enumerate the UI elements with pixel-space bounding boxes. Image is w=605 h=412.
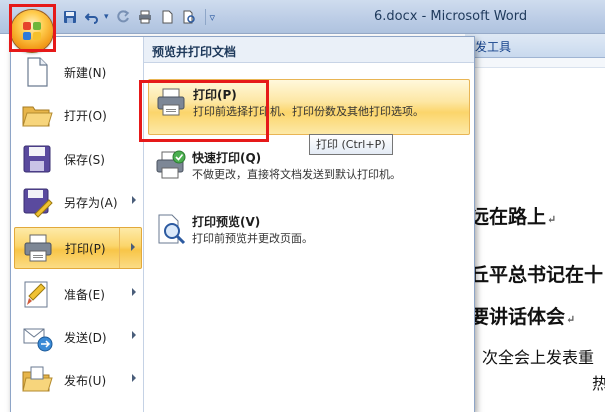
prepare-icon xyxy=(20,277,54,311)
quick-print-icon xyxy=(154,149,188,183)
menu-item-label: 发布(U) xyxy=(64,373,107,388)
menu-item-label: 发送(D) xyxy=(64,330,107,345)
print-icon[interactable] xyxy=(135,8,155,26)
ruler xyxy=(465,58,605,68)
highlight-box-print-option xyxy=(139,80,269,142)
submenu-arrow-icon xyxy=(131,243,135,251)
menu-item-save[interactable]: 保存(S) xyxy=(14,138,142,180)
customize-dropdown-icon[interactable]: ▿ xyxy=(210,11,216,24)
new-document-icon[interactable] xyxy=(157,8,177,26)
document-line: 次全会上发表重 xyxy=(482,348,595,367)
menu-item-label: 另存为(A) xyxy=(64,195,118,210)
submenu-arrow-icon xyxy=(132,331,136,339)
tab-developer-partial[interactable]: 发工具 xyxy=(475,38,511,55)
print-preview-icon[interactable] xyxy=(179,8,199,26)
printer-icon xyxy=(21,231,55,265)
new-document-icon xyxy=(20,55,54,89)
save-icon xyxy=(20,142,54,176)
submenu-header: 预览并打印文档 xyxy=(144,37,474,63)
menu-item-open[interactable]: 打开(O) xyxy=(14,94,142,136)
quick-access-toolbar: ▾ ▿ xyxy=(60,7,215,27)
submenu-item-print-preview[interactable]: 打印预览(V) 打印前预览并更改页面。 xyxy=(148,207,470,263)
menu-item-label: 打印(P) xyxy=(65,241,106,256)
submenu-header-title: 预览并打印文档 xyxy=(152,45,237,59)
menu-item-new[interactable]: 新建(N) xyxy=(14,51,142,93)
toolbar-divider xyxy=(204,9,206,25)
document-line: 热 xyxy=(592,374,605,393)
menu-item-prepare[interactable]: 准备(E) xyxy=(14,273,142,315)
publish-icon xyxy=(20,363,54,397)
menu-item-save-as[interactable]: 另存为(A) xyxy=(14,181,142,223)
document-line: 远在路上↵ xyxy=(470,206,557,228)
send-icon xyxy=(20,320,54,354)
menu-item-print[interactable]: 打印(P) xyxy=(14,227,142,269)
window-title: 6.docx - Microsoft Word xyxy=(374,9,528,24)
menu-item-label: 准备(E) xyxy=(64,287,105,302)
open-folder-icon xyxy=(20,98,54,132)
menu-item-label: 保存(S) xyxy=(64,152,105,167)
save-as-icon xyxy=(20,185,54,219)
tooltip: 打印 (Ctrl+P) xyxy=(309,134,393,155)
office-menu-commands: 新建(N) 打开(O) 保存(S) 另存为(A) 打印(P) 准备(E) 发送(… xyxy=(11,37,144,412)
menu-item-send[interactable]: 发送(D) xyxy=(14,316,142,358)
submenu-item-description: 打印前预览并更改页面。 xyxy=(192,232,313,245)
submenu-item-title: 快速打印(Q) xyxy=(192,151,262,165)
submenu-arrow-icon xyxy=(132,288,136,296)
menu-item-publish[interactable]: 发布(U) xyxy=(14,359,142,401)
title-bar: ▾ ▿ 6.docx - Microsoft Word xyxy=(0,0,605,34)
document-line: 丘平总书记在十 xyxy=(470,264,604,286)
highlight-box-office-button xyxy=(9,4,56,52)
submenu-arrow-icon xyxy=(132,196,136,204)
document-line: 要讲话体会↵ xyxy=(470,306,576,328)
submenu-item-title: 打印预览(V) xyxy=(192,215,261,229)
print-preview-icon xyxy=(154,213,188,247)
undo-dropdown-icon[interactable]: ▾ xyxy=(104,12,109,22)
save-icon[interactable] xyxy=(60,8,80,26)
menu-item-label: 打开(O) xyxy=(64,108,107,123)
menu-item-label: 新建(N) xyxy=(64,65,107,80)
submenu-split xyxy=(119,228,141,268)
undo-icon[interactable] xyxy=(82,8,102,26)
submenu-item-description: 不做更改，直接将文档发送到默认打印机。 xyxy=(192,168,401,181)
redo-icon[interactable] xyxy=(113,8,133,26)
submenu-arrow-icon xyxy=(132,374,136,382)
